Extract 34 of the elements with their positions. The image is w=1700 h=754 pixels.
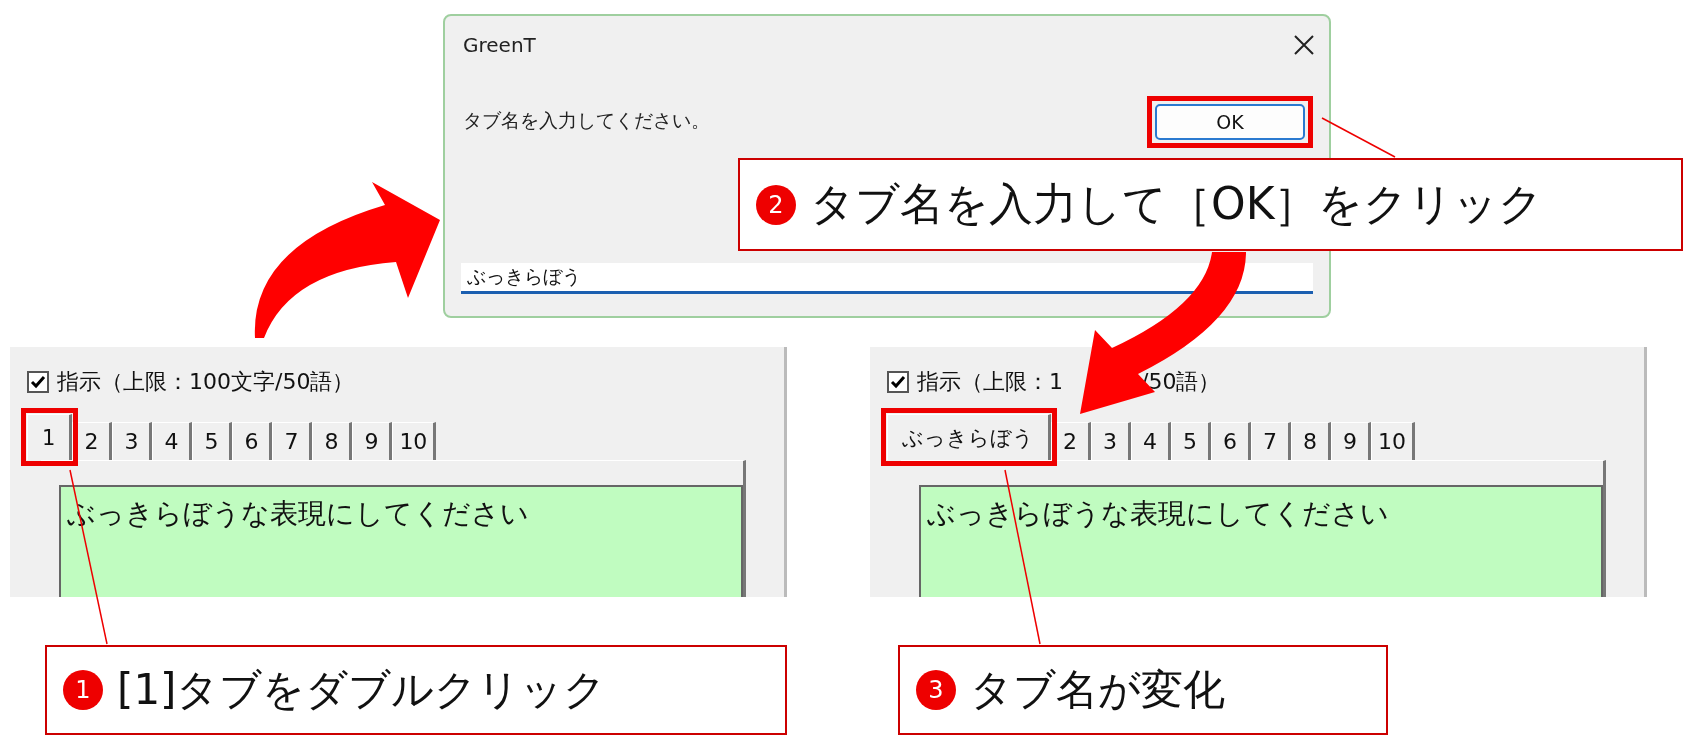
callout-text: タブ名を入力して［OK］をクリック — [810, 177, 1544, 231]
checkbox[interactable] — [887, 371, 909, 393]
callout-text: タブ名が変化 — [970, 664, 1225, 716]
text-area[interactable]: ぶっきらぼうな表現にしてください — [919, 485, 1603, 597]
tab[interactable]: 10 — [392, 422, 437, 460]
checkbox-label: 指示（上限：100文字/50語） — [57, 368, 355, 396]
tab[interactable]: 4 — [1131, 422, 1171, 460]
tab[interactable]: 6 — [1211, 422, 1251, 460]
tab[interactable]: 6 — [232, 422, 273, 460]
tab[interactable]: 7 — [272, 422, 313, 460]
tab[interactable]: 8 — [1291, 422, 1331, 460]
checkbox-label: 指示（上限：1 — [917, 368, 1063, 396]
callout-text: [1]タブをダブルクリック — [117, 664, 607, 716]
tab[interactable]: 10 — [1371, 422, 1415, 460]
tab[interactable]: 3 — [112, 422, 153, 460]
tab[interactable]: 2 — [1051, 422, 1091, 460]
tab[interactable]: 3 — [1091, 422, 1131, 460]
close-icon[interactable] — [1293, 34, 1315, 56]
step-number: 3 — [916, 670, 956, 710]
ok-button[interactable]: OK — [1155, 104, 1305, 140]
tab[interactable]: 4 — [152, 422, 193, 460]
input-field[interactable]: ぶっきらぼう — [461, 263, 1313, 294]
tab[interactable]: 5 — [192, 422, 233, 460]
tab[interactable]: 9 — [1331, 422, 1371, 460]
checkbox[interactable] — [27, 371, 49, 393]
window-title: GreenT — [463, 33, 536, 57]
tab[interactable]: 8 — [312, 422, 353, 460]
tab[interactable]: 2 — [72, 422, 113, 460]
step-number: 2 — [756, 184, 796, 225]
tab[interactable]: 9 — [352, 422, 393, 460]
prompt-text: タブ名を入力してください。 — [463, 108, 710, 133]
step-number: 1 — [63, 670, 103, 710]
tab[interactable]: 5 — [1171, 422, 1211, 460]
tab[interactable]: 7 — [1251, 422, 1291, 460]
